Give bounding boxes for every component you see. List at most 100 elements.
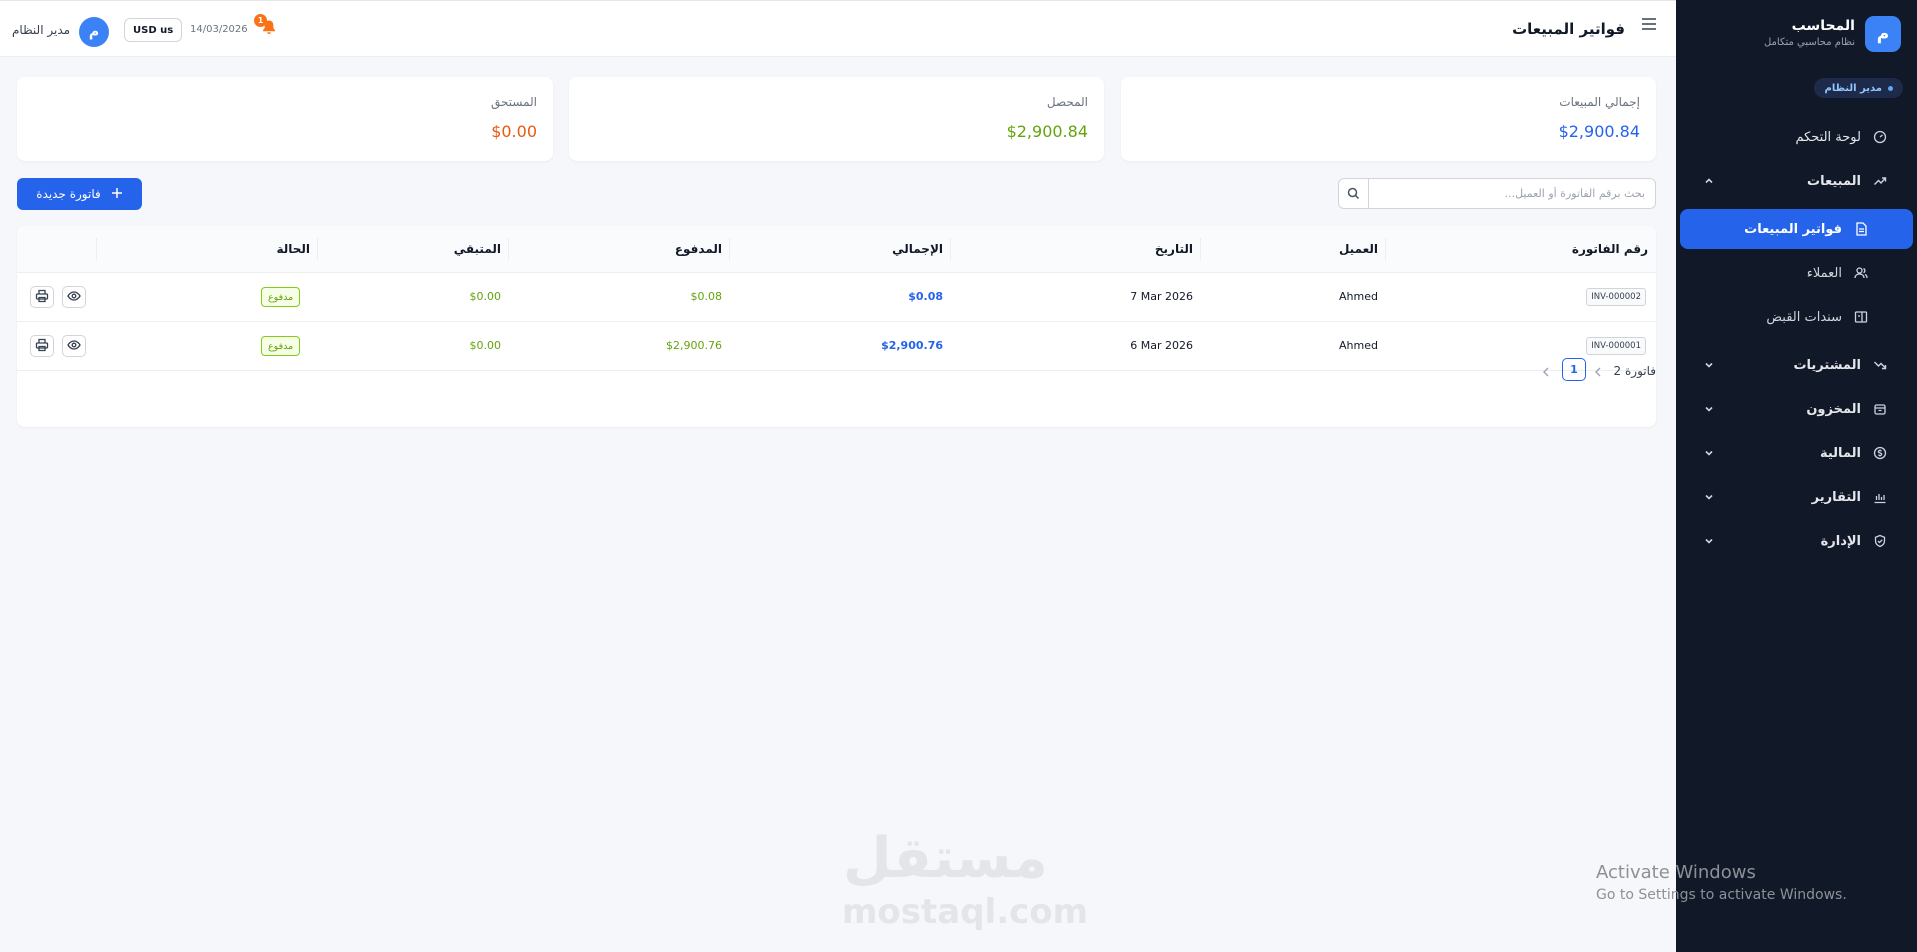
cell-customer: Ahmed	[1339, 290, 1378, 303]
stat-card-total-sales: إجمالي المبيعات $2,900.84	[1121, 77, 1656, 161]
activate-windows-subtitle: Go to Settings to activate Windows.	[1596, 887, 1847, 903]
sidebar-item-dashboard[interactable]: لوحة التحكم	[1680, 117, 1913, 157]
print-button[interactable]	[30, 286, 54, 308]
role-dot-icon	[1888, 85, 1893, 91]
brand-title: المحاسب	[1791, 18, 1855, 34]
cell-total: $0.08	[908, 290, 943, 303]
stat-label: إجمالي المبيعات	[1559, 95, 1640, 109]
sidebar-item-administration[interactable]: الإدارة	[1680, 521, 1913, 561]
cell-total: $2,900.76	[881, 339, 943, 352]
sidebar-item-receipts[interactable]: سندات القبض	[1680, 297, 1913, 337]
cell-paid: $0.08	[690, 290, 723, 303]
currency-selector[interactable]: USD us	[124, 18, 183, 42]
trend-up-icon	[1873, 174, 1887, 188]
invoice-number[interactable]: INV-000001	[1586, 337, 1646, 355]
role-badge: مدير النظام	[1814, 78, 1903, 98]
shield-icon	[1873, 534, 1887, 548]
dollar-circle-icon	[1873, 446, 1887, 460]
stat-value: $0.00	[491, 122, 537, 141]
cell-customer: Ahmed	[1339, 339, 1378, 352]
new-invoice-label: فاتورة جديدة	[36, 187, 101, 201]
sidebar-item-purchases[interactable]: المشتريات	[1680, 345, 1913, 385]
chevron-down-icon	[1702, 402, 1716, 416]
chevron-down-icon	[1702, 534, 1716, 548]
user-name[interactable]: مدير النظام	[12, 23, 70, 37]
search-icon[interactable]	[1339, 179, 1369, 208]
search-input[interactable]	[1367, 179, 1655, 208]
column-divider	[317, 238, 318, 260]
column-divider	[1385, 238, 1386, 260]
stat-label: المحصل	[1046, 95, 1088, 109]
status-badge: مدفوع	[261, 336, 301, 356]
eye-icon	[67, 337, 81, 356]
sidebar-item-label: الإدارة	[1820, 533, 1861, 549]
chevron-up-icon	[1702, 174, 1716, 188]
invoice-number[interactable]: INV-000002	[1586, 288, 1646, 306]
activate-windows-title: Activate Windows	[1596, 862, 1756, 883]
receipt-icon	[1854, 310, 1868, 324]
watermark-logo: مستقل	[843, 826, 1048, 891]
view-button[interactable]	[62, 335, 86, 357]
column-divider	[1200, 238, 1201, 260]
header-date[interactable]: التاريخ	[1155, 242, 1193, 256]
sidebar-item-label: التقارير	[1811, 489, 1861, 505]
header-invoice-no[interactable]: رقم الفاتورة	[1572, 242, 1648, 256]
avatar[interactable]: م	[79, 17, 109, 47]
sidebar-item-label: سندات القبض	[1766, 309, 1842, 325]
print-button[interactable]	[30, 335, 54, 357]
printer-icon	[35, 337, 49, 356]
sidebar-item-label: العملاء	[1806, 265, 1842, 281]
status-badge: مدفوع	[261, 287, 301, 307]
table-row[interactable]: INV-000001 Ahmed 6 Mar 2026 $2,900.76 $2…	[17, 322, 1656, 371]
activate-windows-notice: Activate Windows Go to Settings to activ…	[1596, 862, 1847, 903]
bar-chart-icon	[1873, 490, 1887, 504]
invoice-icon	[1854, 222, 1868, 236]
trend-down-icon	[1873, 358, 1887, 372]
page-title: فواتير المبيعات	[1512, 20, 1625, 38]
brand-logo: م	[1865, 16, 1901, 52]
sidebar-item-reports[interactable]: التقارير	[1680, 477, 1913, 517]
dashboard-icon	[1873, 130, 1887, 144]
sidebar-item-inventory[interactable]: المخزون	[1680, 389, 1913, 429]
printer-icon	[35, 288, 49, 307]
sidebar-item-label: لوحة التحكم	[1795, 129, 1861, 145]
sidebar-item-label: المبيعات	[1807, 173, 1861, 189]
sidebar-item-sales[interactable]: المبيعات	[1680, 161, 1913, 201]
sidebar-item-customers[interactable]: العملاء	[1680, 253, 1913, 293]
header-total[interactable]: الإجمالي	[892, 242, 943, 256]
users-icon	[1854, 266, 1868, 280]
stat-card-collected: المحصل $2,900.84	[569, 77, 1104, 161]
header-paid[interactable]: المدفوع	[675, 242, 722, 256]
view-button[interactable]	[62, 286, 86, 308]
column-divider	[950, 238, 951, 260]
table-header: رقم الفاتورة العميل التاريخ الإجمالي الم…	[17, 226, 1656, 273]
header-customer[interactable]: العميل	[1339, 242, 1378, 256]
page-button-current[interactable]: 1	[1562, 358, 1586, 381]
sidebar-item-sales-invoices[interactable]: فواتير المبيعات	[1680, 209, 1913, 249]
header-status[interactable]: الحالة	[276, 242, 310, 256]
sidebar-item-finance[interactable]: المالية	[1680, 433, 1913, 473]
hamburger-menu-icon[interactable]	[1640, 15, 1658, 33]
cell-remaining: $0.00	[469, 339, 502, 352]
header-remaining[interactable]: المتبقي	[454, 242, 501, 256]
sidebar: م المحاسب نظام محاسبي متكامل مدير النظام…	[1676, 0, 1917, 952]
column-divider	[508, 238, 509, 260]
plus-icon	[111, 187, 123, 202]
watermark-text: mostaql.com	[842, 892, 1089, 932]
chevron-left-icon[interactable]	[1540, 364, 1552, 378]
cell-remaining: $0.00	[469, 290, 502, 303]
invoices-table: رقم الفاتورة العميل التاريخ الإجمالي الم…	[17, 226, 1656, 427]
stat-value: $2,900.84	[1006, 122, 1088, 141]
sidebar-item-label: فواتير المبيعات	[1744, 221, 1842, 237]
pagination: 2 فاتورة 1	[1456, 357, 1656, 385]
chevron-down-icon	[1702, 358, 1716, 372]
sidebar-item-label: المالية	[1819, 445, 1861, 461]
sidebar-item-label: المشتريات	[1793, 357, 1861, 373]
new-invoice-button[interactable]: فاتورة جديدة	[17, 178, 142, 210]
bell-icon[interactable]	[261, 19, 277, 35]
brand-subtitle: نظام محاسبي متكامل	[1763, 37, 1855, 48]
table-row[interactable]: INV-000002 Ahmed 7 Mar 2026 $0.08 $0.08 …	[17, 273, 1656, 322]
chevron-left-icon[interactable]	[1592, 364, 1604, 378]
chevron-down-icon	[1702, 446, 1716, 460]
cell-date: 7 Mar 2026	[1130, 290, 1193, 303]
